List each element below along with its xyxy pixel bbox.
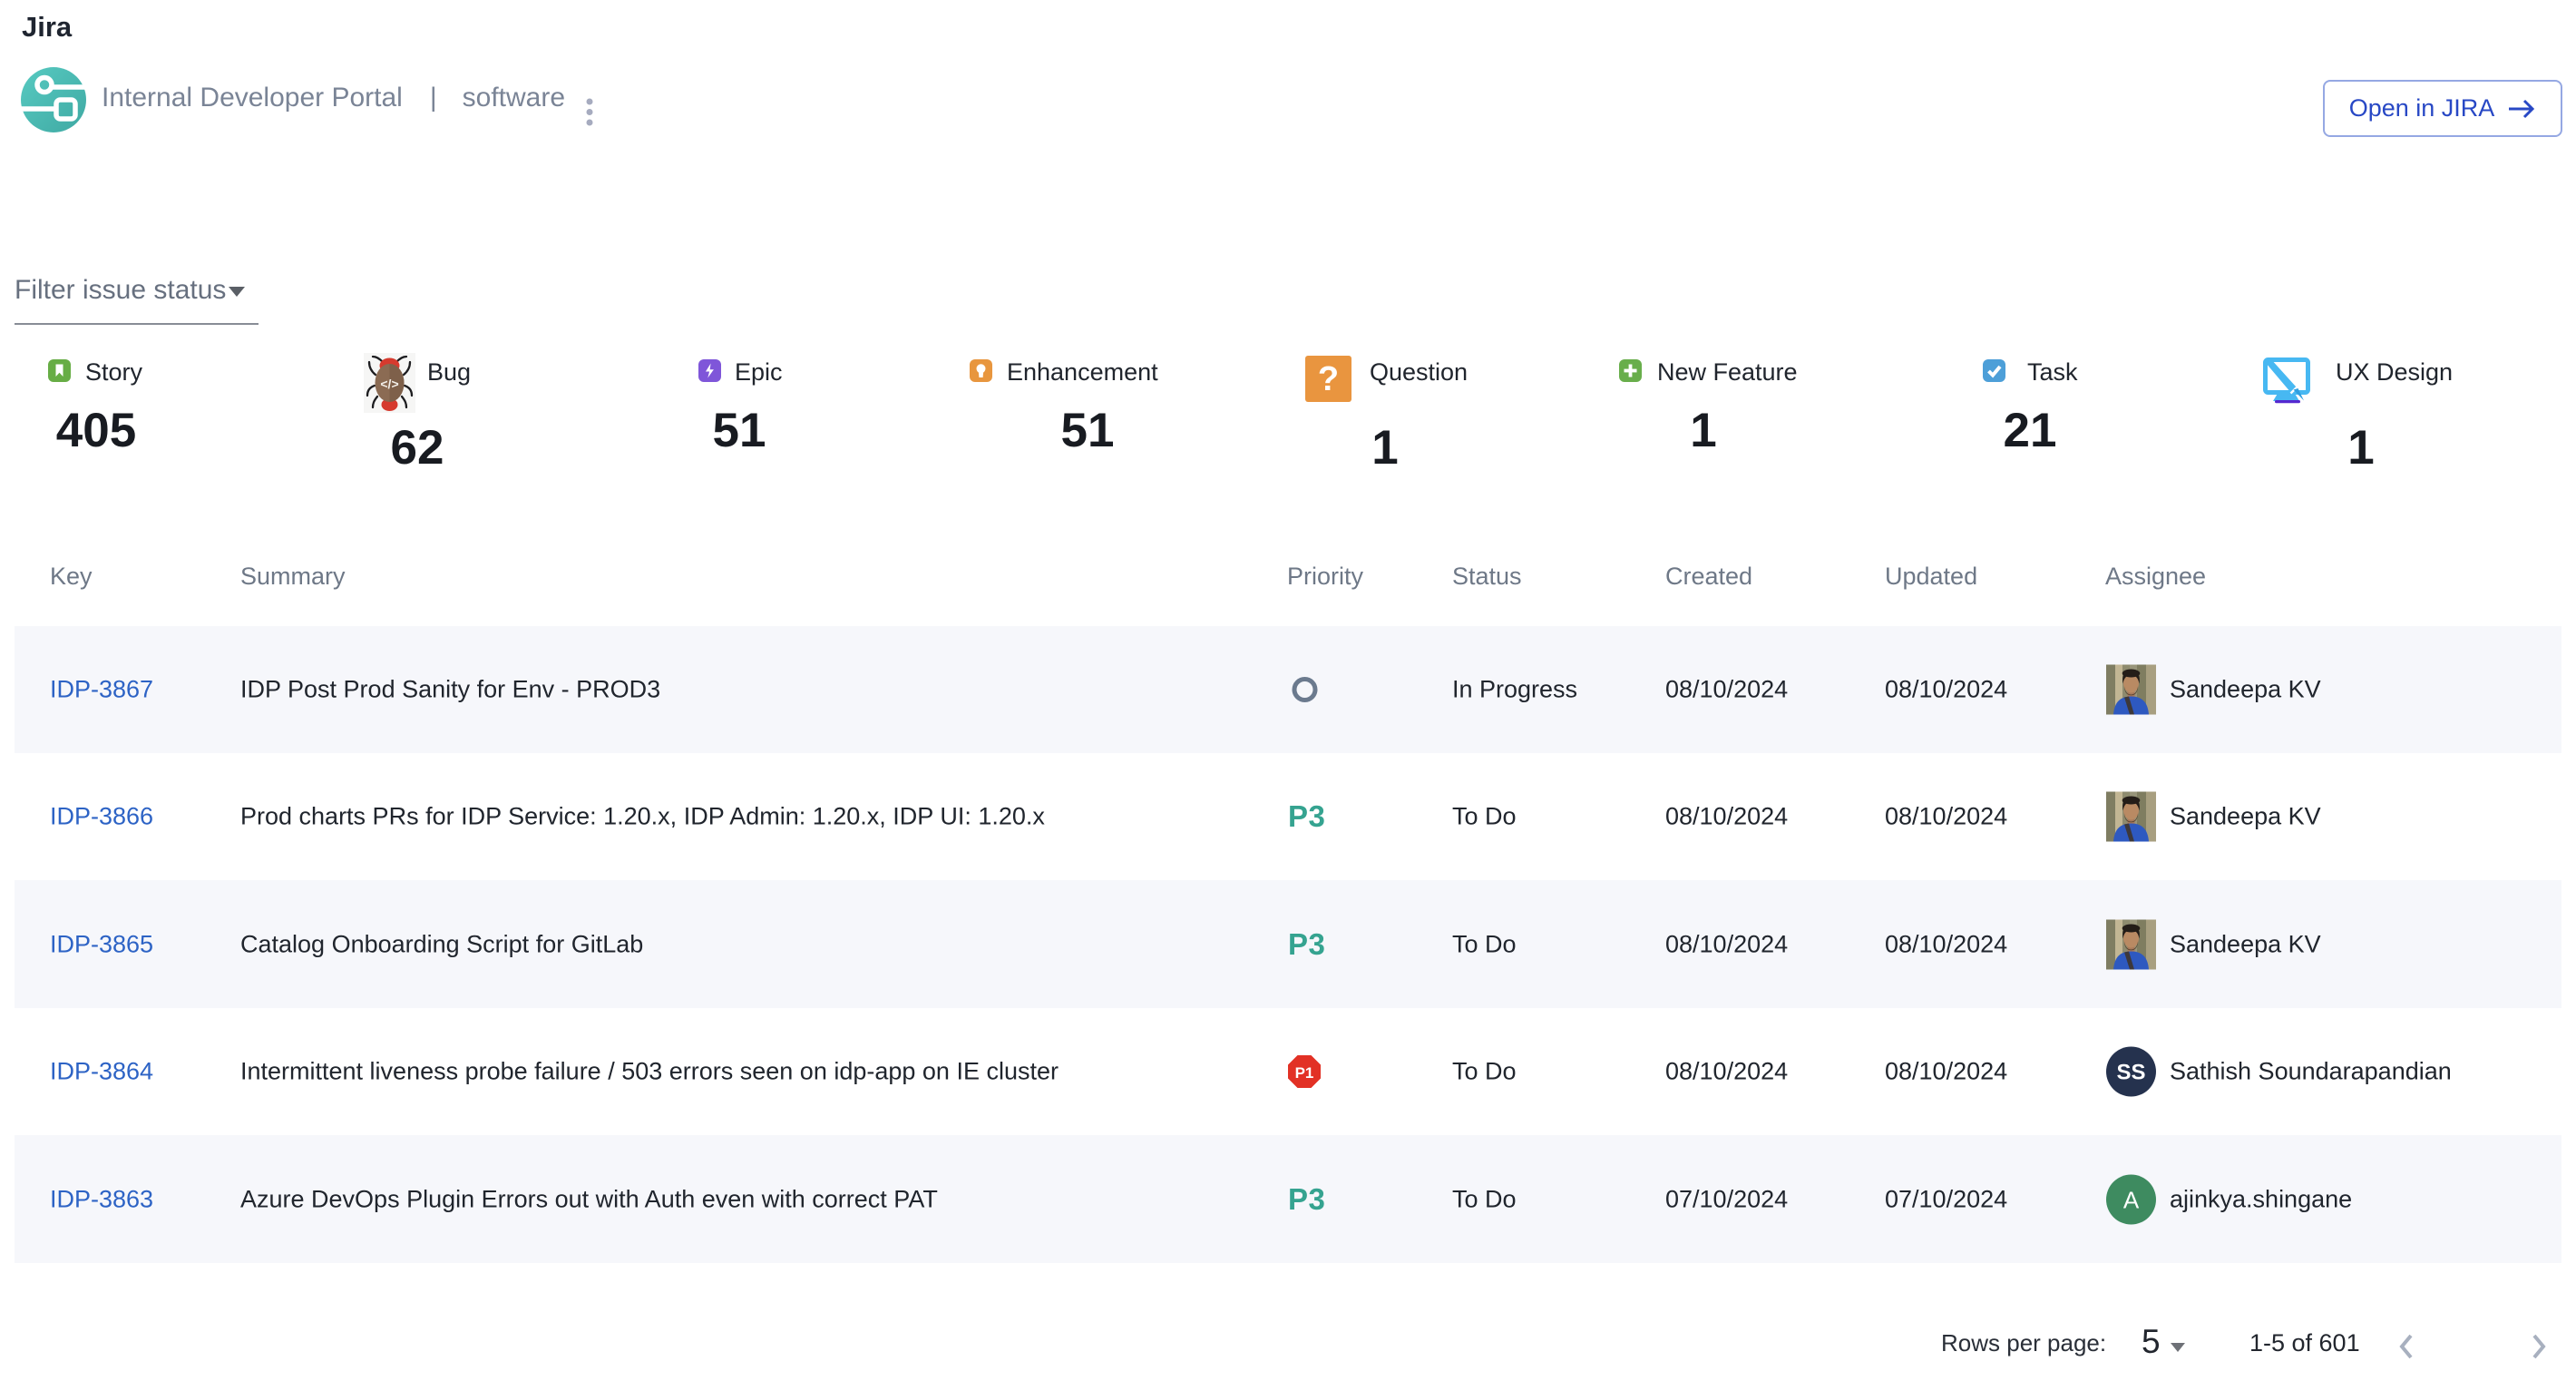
svg-text:SS: SS	[2116, 1061, 2145, 1085]
svg-text:</>: </>	[380, 377, 398, 391]
svg-text:P1: P1	[1295, 1064, 1314, 1082]
svg-text:?: ?	[1318, 360, 1339, 398]
svg-text:A: A	[2123, 1186, 2140, 1213]
